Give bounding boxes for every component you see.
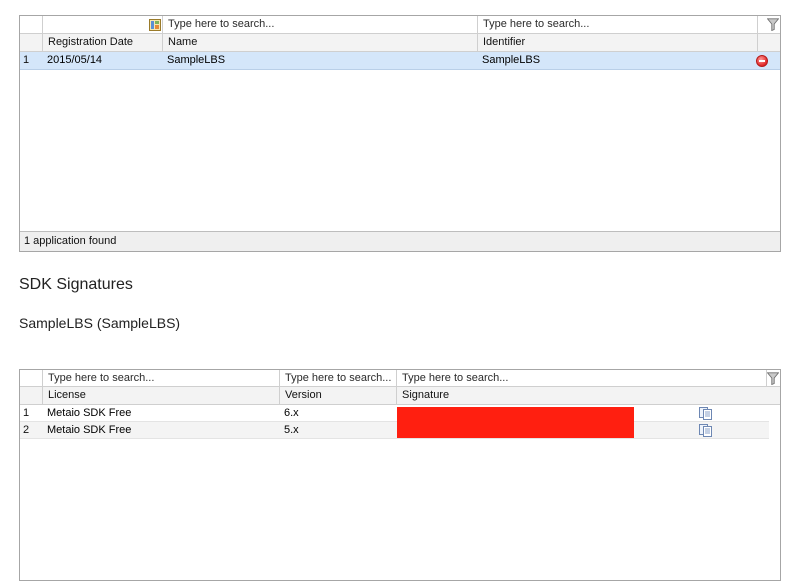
license-search-input[interactable]: Type here to search...	[42, 370, 279, 386]
license-header[interactable]: License	[42, 387, 279, 404]
application-subtitle: SampleLBS (SampleLBS)	[19, 315, 181, 331]
version-cell: 5.x	[284, 424, 299, 436]
version-header[interactable]: Version	[279, 387, 396, 404]
applications-grid: Type here to search... Type here to sear…	[19, 15, 781, 252]
version-cell: 6.x	[284, 407, 299, 419]
filter-icon-cell	[766, 370, 781, 386]
signature-redaction	[397, 407, 634, 438]
funnel-filter-icon[interactable]	[767, 18, 779, 31]
name-search-input[interactable]: Type here to search...	[162, 16, 477, 33]
identifier-header[interactable]: Identifier	[477, 34, 757, 51]
name-cell: SampleLBS	[167, 54, 226, 66]
filter-icon-cell	[757, 16, 781, 33]
table-row[interactable]: 2 Metaio SDK Free 5.x	[20, 422, 769, 439]
license-cell: Metaio SDK Free	[47, 407, 132, 419]
registration-date-header[interactable]: Registration Date	[42, 34, 162, 51]
version-search-input[interactable]: Type here to search...	[279, 370, 396, 386]
copy-signature-icon[interactable]	[699, 424, 712, 437]
applications-filter-row: Type here to search... Type here to sear…	[20, 16, 780, 34]
copy-signature-icon[interactable]	[699, 407, 712, 420]
signature-header[interactable]: Signature	[396, 387, 766, 404]
filter-spacer	[42, 16, 159, 33]
identifier-search-input[interactable]: Type here to search...	[477, 16, 757, 33]
table-row[interactable]: 1 2015/05/14 SampleLBS SampleLBS	[20, 52, 780, 70]
remove-application-icon[interactable]	[756, 55, 768, 67]
applications-count-footer: 1 application found	[20, 231, 780, 251]
table-row[interactable]: 1 Metaio SDK Free 6.x	[20, 405, 769, 422]
row-number: 1	[23, 407, 30, 419]
signatures-grid: Type here to search... Type here to sear…	[19, 369, 781, 581]
action-header	[757, 34, 781, 51]
column-chooser-icon[interactable]	[149, 19, 161, 31]
signatures-filter-row: Type here to search... Type here to sear…	[20, 370, 780, 387]
row-number: 2	[23, 424, 30, 436]
rownum-header	[20, 387, 42, 404]
funnel-filter-icon[interactable]	[767, 372, 779, 385]
applications-header-row: Registration Date Name Identifier	[20, 34, 780, 52]
identifier-cell: SampleLBS	[482, 54, 541, 66]
signature-search-input[interactable]: Type here to search...	[396, 370, 766, 386]
signatures-header-row: License Version Signature	[20, 387, 780, 405]
name-header[interactable]: Name	[162, 34, 477, 51]
rownum-header	[20, 34, 42, 51]
license-cell: Metaio SDK Free	[47, 424, 132, 436]
section-title: SDK Signatures	[19, 276, 133, 293]
registration-date-cell: 2015/05/14	[47, 54, 103, 66]
row-number: 1	[23, 54, 30, 66]
